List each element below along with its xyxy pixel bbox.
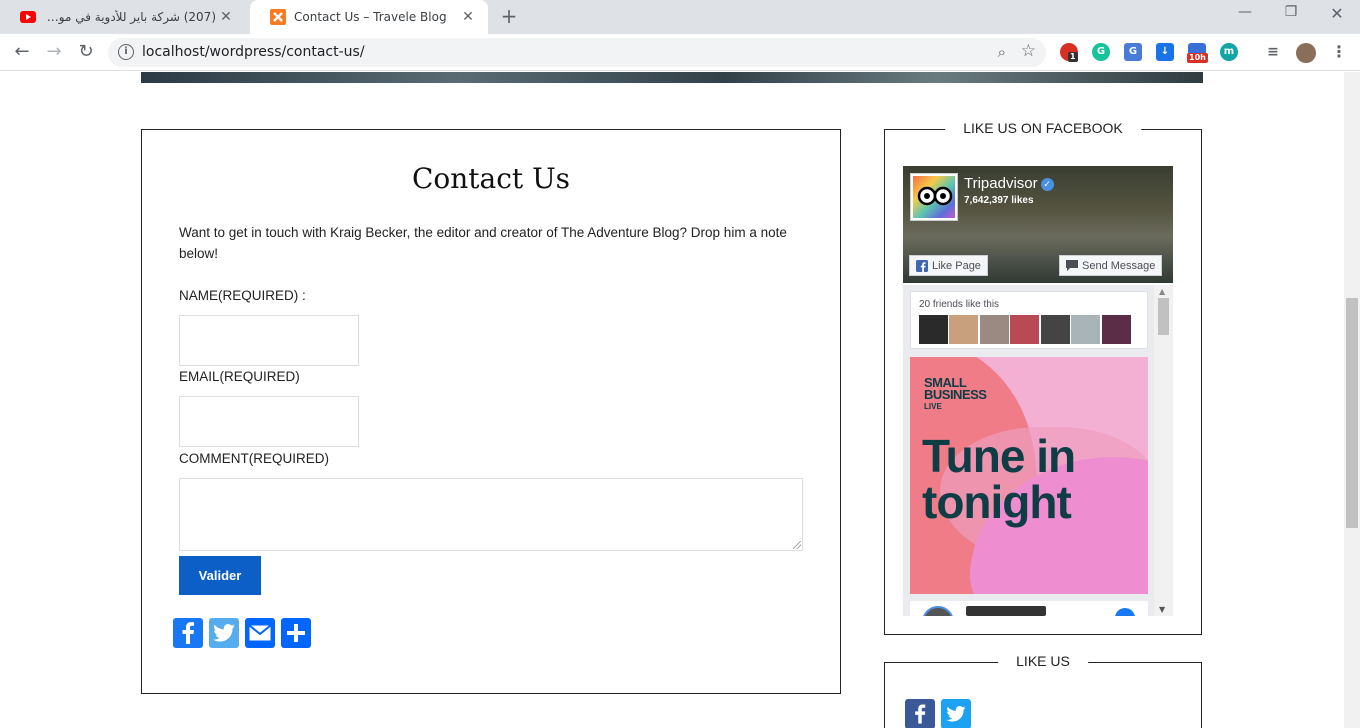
extension-icon-m[interactable]: m [1220, 43, 1238, 61]
media-control-icon[interactable]: ≡ [1264, 43, 1282, 61]
download-icon[interactable]: ↓ [1156, 43, 1174, 61]
name-field[interactable] [179, 315, 359, 366]
submit-button[interactable]: Valider [179, 556, 261, 595]
scroll-thumb[interactable] [1158, 298, 1169, 335]
facebook-icon [916, 259, 928, 272]
friends-panel: 20 friends like this [910, 291, 1148, 349]
comment-label: COMMENT(REQUIRED) [179, 451, 329, 466]
xampp-icon [270, 9, 286, 25]
email-label: EMAIL(REQUIRED) [179, 369, 300, 384]
minimize-icon[interactable]: — [1225, 4, 1265, 20]
post-headline-line: tonight [922, 476, 1072, 528]
twitter-icon[interactable] [941, 699, 971, 728]
friend-avatar[interactable] [1010, 315, 1039, 344]
url-text[interactable]: localhost/wordpress/contact-us/ [142, 44, 365, 60]
page-feed[interactable]: 20 friends like this SMALL BUSINESS LIVE… [903, 285, 1173, 616]
zoom-icon[interactable]: ⌕ [998, 43, 1006, 61]
twitter-icon[interactable] [209, 618, 239, 648]
page-name-text[interactable]: Tripadvisor [964, 175, 1038, 192]
likes-count: 7,642,397 likes [964, 195, 1034, 206]
facebook-page-plugin[interactable]: Tripadvisor ✓ 7,642,397 likes Like Page S… [903, 166, 1173, 616]
resize-handle[interactable] [793, 541, 801, 549]
page-title: Contact Us [411, 162, 571, 195]
feed-scrollbar[interactable]: ▲ ▼ [1154, 285, 1173, 616]
like-us-section: LIKE US [884, 653, 1202, 728]
name-label: NAME(REQUIRED) : [179, 288, 306, 303]
profile-avatar[interactable] [1296, 43, 1316, 63]
facebook-icon[interactable] [173, 618, 203, 648]
facebook-widget-section: LIKE US ON FACEBOOK Tripadvisor ✓ 7,642,3… [884, 120, 1202, 635]
send-message-label: Send Message [1082, 259, 1156, 272]
cover-photo: Tripadvisor ✓ 7,642,397 likes Like Page S… [903, 166, 1173, 283]
bookmark-star-icon[interactable]: ☆ [1021, 41, 1036, 61]
like-page-button[interactable]: Like Page [909, 255, 988, 276]
contact-section: Contact Us Want to get in touch with Kra… [141, 129, 841, 694]
tab-title: Contact Us – Travele Blog [294, 10, 447, 24]
scroll-up-icon[interactable]: ▲ [1159, 287, 1165, 296]
info-icon[interactable]: i [118, 44, 134, 60]
address-bar[interactable]: i localhost/wordpress/contact-us/ ⌕ ☆ [108, 38, 1046, 67]
close-window-icon[interactable]: ✕ [1317, 4, 1357, 23]
widget-heading: LIKE US ON FACEBOOK [945, 120, 1141, 136]
post-author[interactable] [966, 606, 1046, 616]
extension-icon-timer[interactable]: 10h [1187, 43, 1208, 63]
extension-icon-adblock[interactable]: 1 [1060, 43, 1078, 62]
close-icon[interactable]: ✕ [458, 7, 478, 27]
friend-avatar[interactable] [1041, 315, 1070, 344]
post-small-text: SMALL BUSINESS LIVE [924, 376, 987, 413]
friend-avatar[interactable] [949, 315, 978, 344]
friend-avatar[interactable] [919, 315, 948, 344]
grammarly-icon[interactable]: G [1092, 43, 1110, 61]
friend-avatar[interactable] [1071, 315, 1100, 344]
scroll-down-icon[interactable]: ▼ [1159, 605, 1165, 614]
back-icon[interactable]: ← [10, 41, 34, 65]
social-links [905, 699, 971, 728]
page-viewport: Contact Us Want to get in touch with Kra… [0, 72, 1344, 728]
post-image[interactable]: SMALL BUSINESS LIVE Tune in tonight [910, 357, 1148, 594]
facebook-icon [1115, 608, 1135, 616]
post-headline-line: Tune in [922, 430, 1076, 482]
widget-heading: LIKE US [998, 653, 1088, 669]
extension-badge: 10h [1187, 53, 1208, 63]
tab-title: (207) شركة باير للأدوية في مواجهة [44, 10, 216, 24]
hero-image [141, 72, 1203, 83]
new-tab-button[interactable]: + [498, 6, 520, 28]
friends-text: 20 friends like this [919, 299, 1000, 310]
post-small-line: LIVE [924, 402, 942, 411]
youtube-icon [20, 9, 36, 25]
extension-badge: 1 [1068, 52, 1078, 62]
send-message-button[interactable]: Send Message [1059, 255, 1163, 276]
page-name[interactable]: Tripadvisor ✓ [964, 175, 1054, 192]
scroll-thumb[interactable] [1346, 298, 1358, 528]
like-page-label: Like Page [932, 259, 981, 272]
email-field[interactable] [179, 396, 359, 447]
forward-icon[interactable]: → [42, 41, 66, 65]
tab-strip: (207) شركة باير للأدوية في مواجهة ✕ Cont… [0, 0, 1360, 34]
email-icon[interactable] [245, 618, 275, 648]
intro-text: Want to get in touch with Kraig Becker, … [179, 225, 787, 261]
friend-avatar[interactable] [1102, 315, 1131, 344]
tab-contact-us[interactable]: Contact Us – Travele Blog ✕ [250, 0, 488, 34]
tab-youtube[interactable]: (207) شركة باير للأدوية في مواجهة ✕ [0, 0, 246, 34]
avatar[interactable] [922, 606, 954, 616]
post-small-line: BUSINESS [924, 387, 987, 402]
facebook-icon[interactable] [905, 699, 935, 728]
post-headline: Tune in tonight [922, 430, 1076, 528]
page-scrollbar[interactable] [1344, 72, 1360, 728]
share-icon[interactable] [281, 618, 311, 648]
menu-icon[interactable]: ⋮ [1330, 43, 1348, 61]
next-post-header [910, 601, 1148, 616]
close-icon[interactable]: ✕ [216, 7, 236, 27]
translate-icon[interactable]: G [1124, 43, 1142, 61]
comment-field[interactable] [179, 478, 803, 551]
restore-icon[interactable]: ❐ [1271, 4, 1311, 20]
friend-avatar[interactable] [980, 315, 1009, 344]
message-icon [1066, 260, 1078, 272]
tripadvisor-logo[interactable] [910, 173, 958, 221]
reload-icon[interactable]: ↻ [74, 41, 98, 65]
verified-icon: ✓ [1040, 178, 1054, 191]
